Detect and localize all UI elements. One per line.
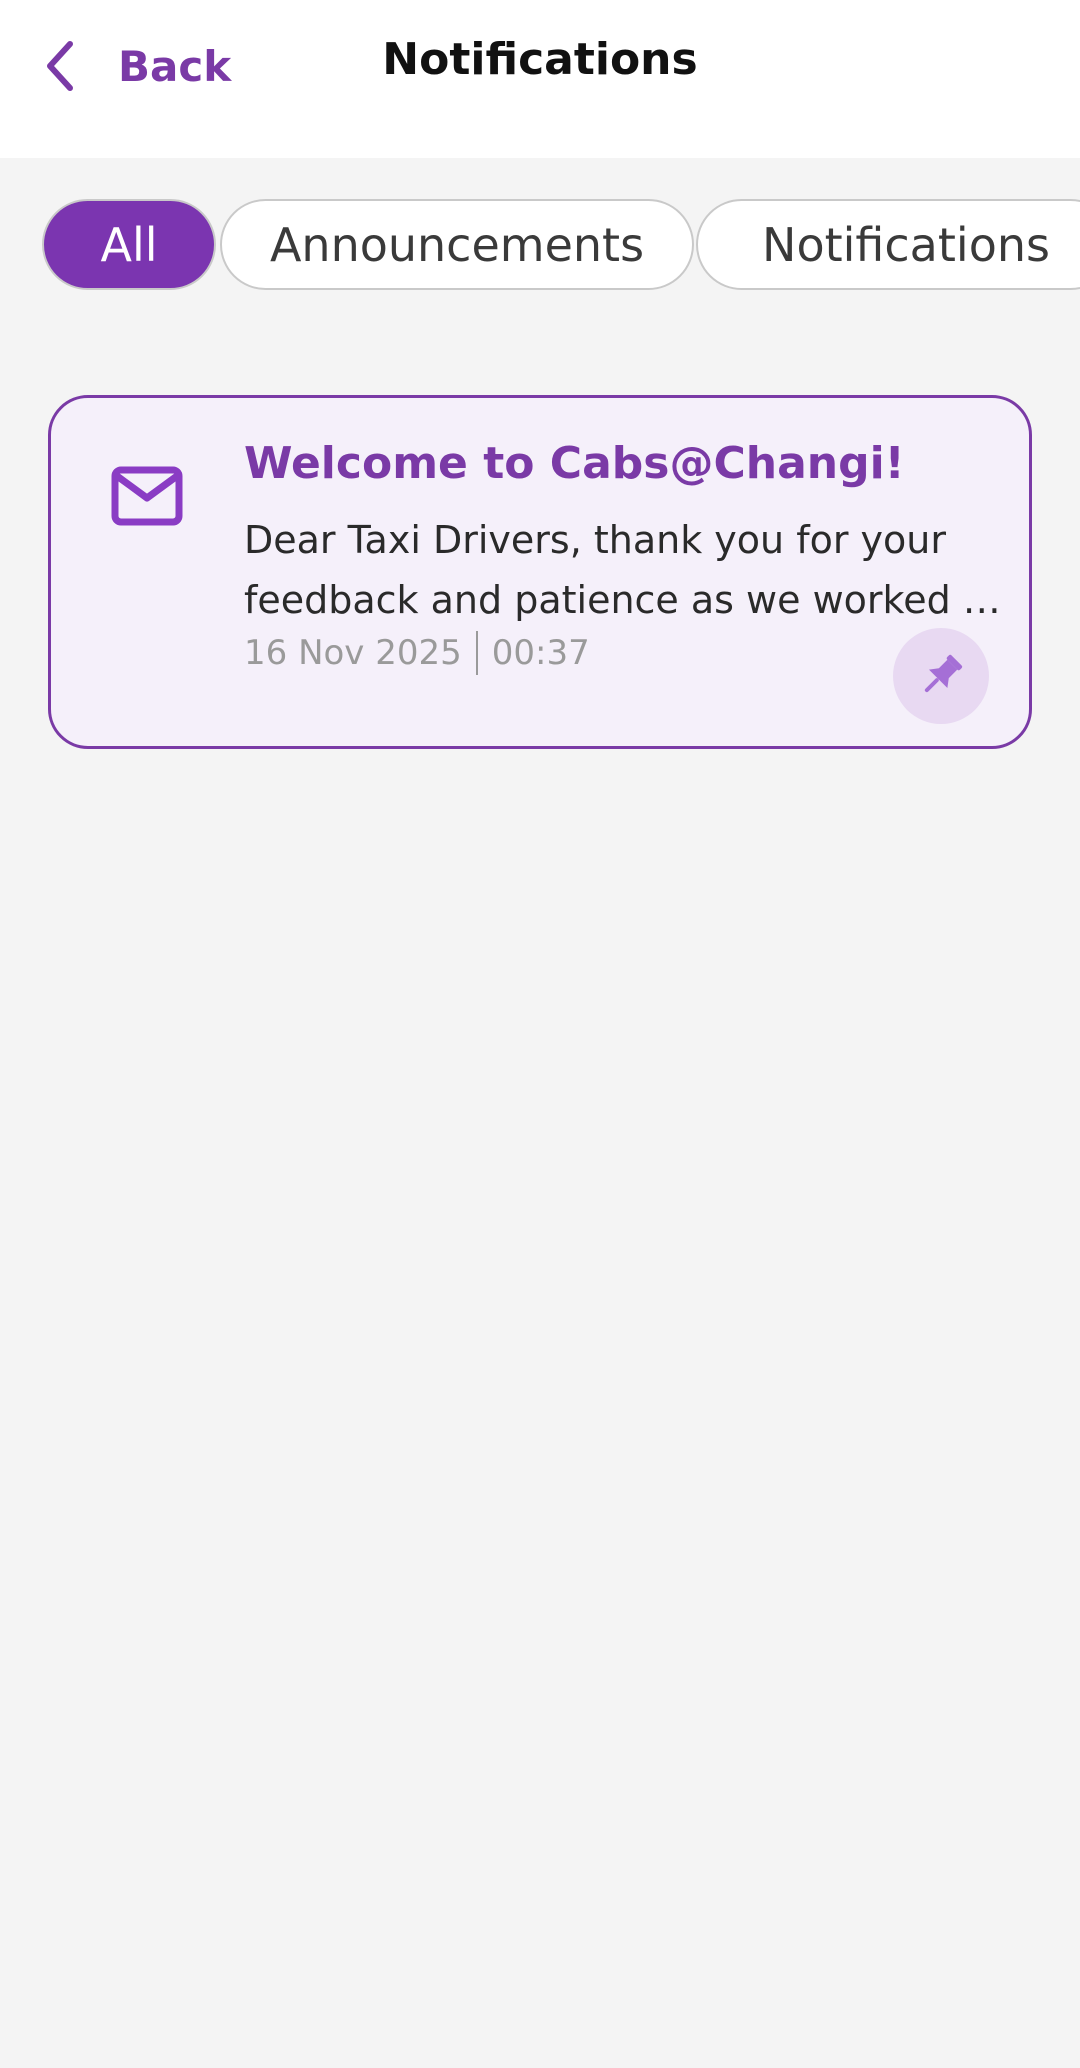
notification-body: Dear Taxi Drivers, thank you for your fe…	[244, 510, 1014, 630]
notification-timestamp: 16 Nov 2025 00:37	[244, 631, 590, 675]
pin-icon	[924, 654, 963, 693]
notification-body-line: feedback and patience as we worked …	[244, 578, 1001, 622]
tab-notifications[interactable]: Notifications	[696, 199, 1080, 290]
top-bar: Back Notifications	[0, 0, 1080, 158]
pin-button[interactable]	[893, 628, 989, 724]
notification-body-line: Dear Taxi Drivers, thank you for your	[244, 518, 946, 562]
mail-icon	[111, 466, 183, 526]
notification-title: Welcome to Cabs@Changi!	[244, 438, 905, 489]
timestamp-divider	[475, 631, 478, 675]
filter-tabs: All Announcements Notifications	[42, 199, 1080, 294]
notification-time: 00:37	[491, 633, 590, 673]
tab-all[interactable]: All	[42, 199, 216, 290]
notification-date: 16 Nov 2025	[244, 633, 462, 673]
page-title: Notifications	[382, 34, 698, 85]
notification-card[interactable]: Welcome to Cabs@Changi! Dear Taxi Driver…	[48, 395, 1032, 749]
tab-announcements[interactable]: Announcements	[220, 199, 694, 290]
